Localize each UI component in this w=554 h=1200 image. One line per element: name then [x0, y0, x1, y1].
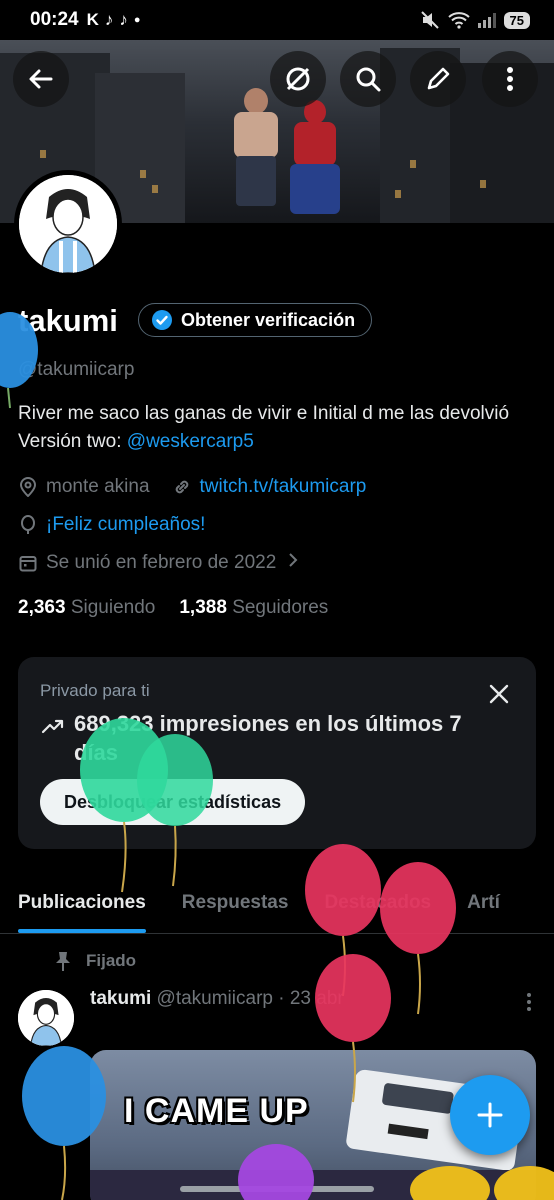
balloon-icon: [18, 515, 38, 535]
kick-app-icon: K: [86, 10, 99, 29]
tab-posts[interactable]: Publicaciones: [0, 872, 164, 933]
status-time: 00:24: [30, 9, 79, 30]
impressions-text: 689,323 impresiones en los últimos 7 día…: [74, 711, 462, 765]
post-author-name[interactable]: takumi: [90, 988, 151, 1009]
close-icon: [489, 684, 509, 704]
joined-text: Se unió en febrero de 2022: [46, 552, 277, 573]
status-bar: 00:24 K ♪ ♪ ● 75: [0, 0, 554, 40]
joined-row[interactable]: Se unió en febrero de 2022: [18, 552, 298, 574]
tab-replies[interactable]: Respuestas: [164, 872, 307, 933]
post-more-button[interactable]: [526, 992, 532, 1017]
birthday-row: ¡Feliz cumpleaños!: [18, 514, 205, 536]
pinned-label: Fijado: [86, 951, 137, 970]
post-header: takumi @takumiicarp · 23 abr: [90, 988, 344, 1010]
search-button[interactable]: [340, 51, 396, 107]
media-caption: I CAME UP: [124, 1092, 309, 1130]
location-row: monte akina twitch.tv/takumicarp: [18, 476, 366, 498]
tab-articles[interactable]: Artí: [449, 872, 518, 933]
profile-handle: @takumiicarp: [18, 359, 135, 380]
edit-button[interactable]: [410, 51, 466, 107]
chevron-right-icon: [288, 552, 298, 574]
signal-icon: [477, 12, 496, 28]
compose-post-button[interactable]: [450, 1075, 530, 1155]
unlock-stats-button[interactable]: Desbloquear estadísticas: [40, 779, 306, 825]
pin-icon: [56, 952, 70, 971]
get-verified-button[interactable]: Obtener verificación: [138, 303, 373, 337]
kebab-menu-icon: [507, 67, 513, 91]
dot-icon: ●: [133, 14, 141, 26]
followers-link[interactable]: 1,388 Seguidores: [179, 597, 328, 619]
follow-counts: 2,363 Siguiendo 1,388 Seguidores: [18, 597, 328, 619]
plus-icon: [477, 1102, 503, 1128]
get-verified-label: Obtener verificación: [181, 309, 356, 330]
tiktok-icon: ♪: [104, 10, 114, 29]
avatar-illustration: [18, 990, 74, 1046]
link-icon: [172, 477, 192, 497]
profile-name: takumi: [18, 303, 118, 338]
bio-text: River me saco las ganas de vivir e Initi…: [18, 403, 510, 452]
profile-avatar[interactable]: [14, 170, 122, 278]
birthday-text: ¡Feliz cumpleaños!: [46, 514, 206, 535]
grok-button[interactable]: [270, 51, 326, 107]
media-ground: [90, 1170, 536, 1200]
back-arrow-icon: [29, 69, 53, 89]
mute-icon: [420, 11, 439, 29]
search-icon: [356, 67, 381, 92]
wifi-icon: [447, 12, 470, 29]
avatar-illustration: [19, 175, 117, 273]
trending-up-icon: [41, 719, 64, 734]
post-author-avatar[interactable]: [18, 990, 74, 1046]
pencil-icon: [427, 67, 450, 90]
profile-tabs: Publicaciones Respuestas Destacados Artí: [0, 872, 554, 934]
analytics-card: Privado para ti 689,323 impresiones en l…: [18, 657, 536, 849]
calendar-icon: [18, 553, 38, 573]
tab-highlights[interactable]: Destacados: [306, 872, 449, 933]
tiktok-lite-icon: ♪: [119, 10, 128, 29]
verified-badge-icon: [152, 310, 172, 330]
profile-bio: River me saco las ganas de vivir e Initi…: [18, 400, 538, 456]
private-label: Privado para ti: [40, 681, 150, 700]
home-indicator[interactable]: [180, 1186, 374, 1192]
close-card-button[interactable]: [488, 683, 510, 710]
location-pin-icon: [18, 477, 38, 497]
battery-icon: 75: [503, 11, 530, 29]
kebab-menu-icon: [527, 993, 531, 1011]
post-handle-date: @takumiicarp · 23 abr: [156, 988, 344, 1009]
bio-mention-link[interactable]: @weskercarp5: [127, 431, 254, 452]
more-options-button[interactable]: [482, 51, 538, 107]
pinned-indicator: Fijado: [54, 950, 136, 972]
banner-figure-spiderman: [270, 100, 360, 220]
location-text: monte akina: [46, 476, 150, 497]
back-button[interactable]: [13, 51, 69, 107]
website-link[interactable]: twitch.tv/takumicarp: [200, 476, 367, 498]
grok-icon: [286, 67, 310, 91]
following-link[interactable]: 2,363 Siguiendo: [18, 597, 155, 619]
